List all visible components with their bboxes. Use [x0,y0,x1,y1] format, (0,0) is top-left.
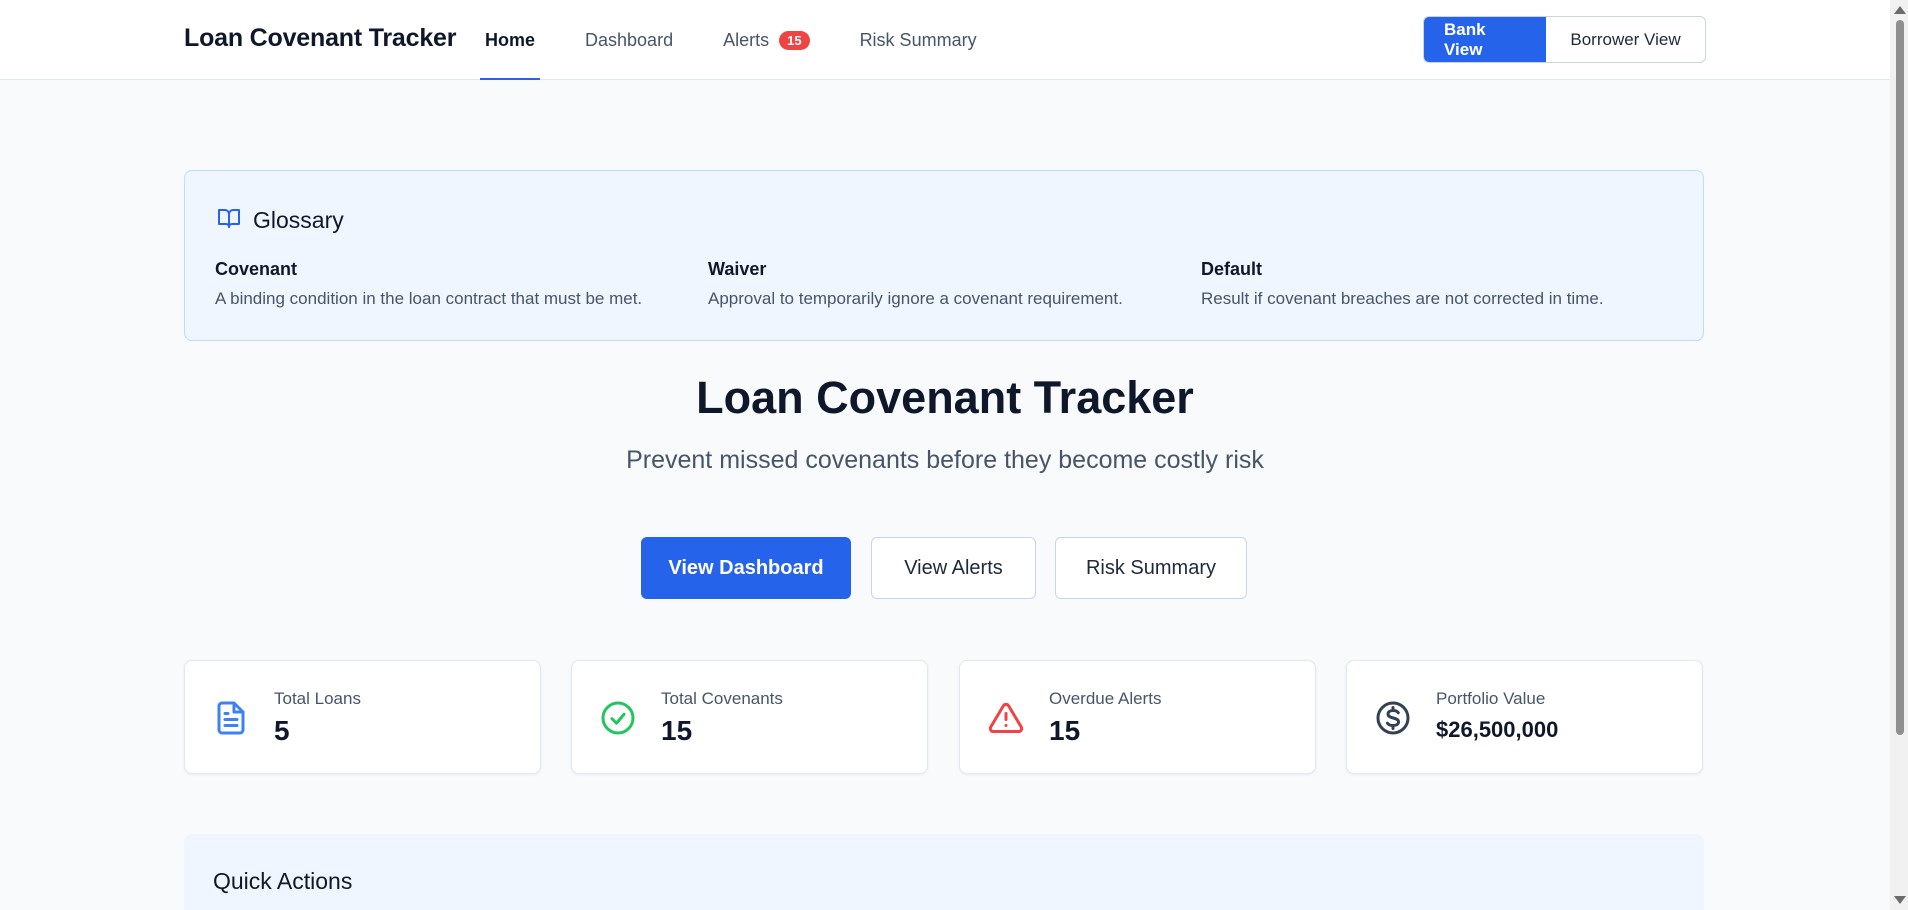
check-circle-icon [600,700,636,736]
glossary-item-waiver: Waiver Approval to temporarily ignore a … [708,259,1188,309]
file-text-icon [213,700,249,736]
nav-risk-summary-label: Risk Summary [859,29,977,50]
main-nav: Home Dashboard Alerts 15 Risk Summary [480,0,1022,80]
glossary-term: Waiver [708,259,767,279]
glossary-definition: A binding condition in the loan contract… [215,289,643,308]
scroll-up-arrow-icon[interactable] [1894,6,1906,14]
quick-actions-title: Quick Actions [213,868,353,894]
stat-card-total-loans: Total Loans 5 [184,660,541,774]
dollar-circle-icon [1375,700,1411,736]
nav-home-label: Home [485,29,536,50]
view-toggle: Bank View Borrower View [1423,16,1706,63]
view-dashboard-button[interactable]: View Dashboard [641,537,851,599]
stat-card-portfolio-value: Portfolio Value $26,500,000 [1346,660,1703,774]
glossary-item-default: Default Result if covenant breaches are … [1201,259,1681,309]
stat-label: Overdue Alerts [1049,689,1162,708]
view-alerts-button[interactable]: View Alerts [871,537,1036,599]
nav-home[interactable]: Home [480,0,541,80]
alert-triangle-icon [988,700,1024,736]
nav-alerts-label: Alerts [723,29,770,50]
glossary-definition: Result if covenant breaches are not corr… [1201,289,1604,308]
nav-risk-summary[interactable]: Risk Summary [855,0,982,80]
nav-dashboard[interactable]: Dashboard [580,0,678,80]
page: Loan Covenant Tracker Home Dashboard Ale… [0,0,1908,910]
page-scrollbar[interactable] [1890,0,1908,910]
hero-subtitle: Prevent missed covenants before they bec… [626,446,1264,474]
stat-value: 15 [1049,715,1081,746]
scrollbar-thumb[interactable] [1896,20,1904,735]
quick-actions-panel: Quick Actions [184,834,1704,910]
nav-dashboard-label: Dashboard [585,29,674,50]
stat-label: Total Loans [274,689,361,708]
book-open-icon [217,206,241,235]
top-navbar: Loan Covenant Tracker Home Dashboard Ale… [0,0,1890,80]
alerts-count-badge: 15 [779,30,810,50]
glossary-title: Glossary [253,207,344,233]
stat-label: Portfolio Value [1436,689,1546,708]
glossary-definition: Approval to temporarily ignore a covenan… [708,289,1123,308]
glossary-panel: Glossary Covenant A binding condition in… [184,170,1704,341]
glossary-term: Default [1201,259,1263,279]
scroll-down-arrow-icon[interactable] [1894,896,1906,904]
stat-card-total-covenants: Total Covenants 15 [571,660,928,774]
stat-value: $26,500,000 [1436,717,1559,742]
hero-title: Loan Covenant Tracker [696,372,1194,423]
borrower-view-button[interactable]: Borrower View [1546,17,1705,62]
risk-summary-button[interactable]: Risk Summary [1055,537,1247,599]
stat-value: 5 [274,715,290,746]
glossary-term: Covenant [215,259,298,279]
app-brand[interactable]: Loan Covenant Tracker [184,24,456,53]
nav-alerts[interactable]: Alerts 15 [718,0,814,80]
glossary-header: Glossary [217,206,344,235]
stat-label: Total Covenants [661,689,783,708]
stat-card-overdue-alerts: Overdue Alerts 15 [959,660,1316,774]
bank-view-button[interactable]: Bank View [1424,17,1546,62]
stat-value: 15 [661,715,693,746]
glossary-item-covenant: Covenant A binding condition in the loan… [215,259,695,309]
